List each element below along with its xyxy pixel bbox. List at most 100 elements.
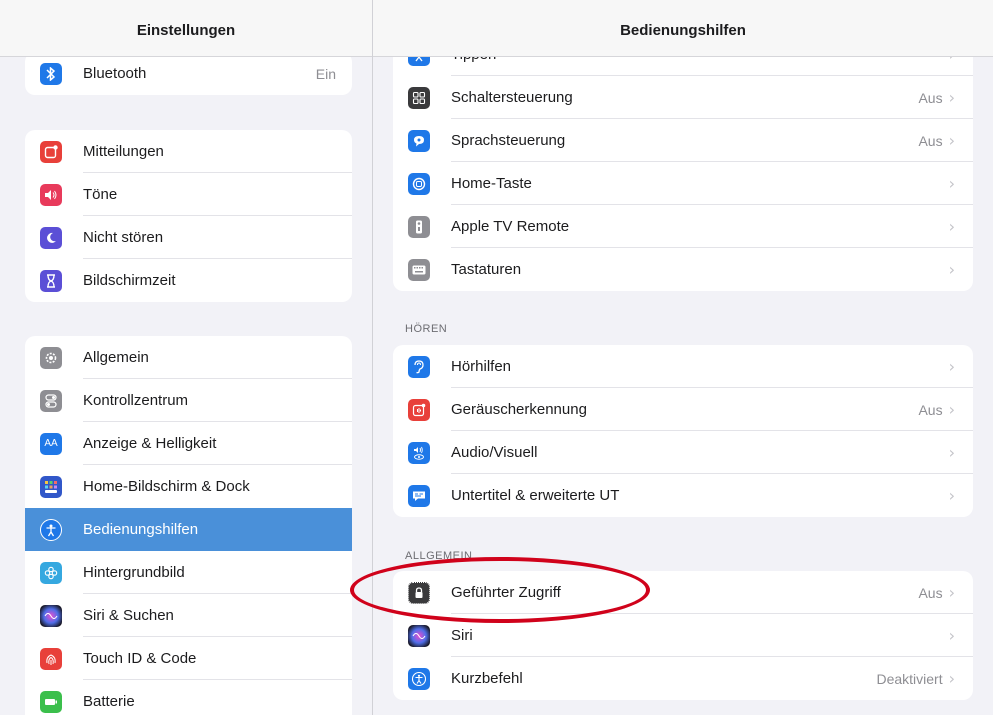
sidebar-item-nicht-stoeren[interactable]: Nicht stören: [25, 216, 352, 259]
sidebar-item-label: Batterie: [83, 693, 135, 710]
bluetooth-status: Ein: [315, 65, 336, 82]
moon-icon: [40, 226, 62, 249]
detail-title: Bedienungshilfen: [373, 0, 993, 57]
remote-icon: [408, 215, 430, 238]
sidebar-item-label: Home-Bildschirm & Dock: [83, 478, 250, 495]
chevron-right-icon: ›: [948, 260, 955, 279]
gear-icon: [40, 346, 62, 369]
sidebar-item-label: Nicht stören: [83, 229, 164, 246]
bluetooth-icon: [40, 62, 62, 85]
row-label: Hörhilfen: [451, 358, 512, 375]
row-label: Apple TV Remote: [451, 218, 570, 235]
sidebar-item-hintergrundbild[interactable]: Hintergrundbild: [25, 551, 352, 594]
sidebar-item-label: Töne: [83, 186, 118, 203]
sidebar-item-toene[interactable]: Töne: [25, 173, 352, 216]
accessibility-icon: [408, 667, 430, 690]
voice-control-icon: [408, 129, 430, 152]
toggles-icon: [40, 389, 62, 412]
chevron-right-icon: ›: [948, 626, 955, 645]
chevron-right-icon: ›: [948, 217, 955, 236]
sidebar-item-bluetooth[interactable]: Bluetooth Ein: [25, 52, 352, 95]
sidebar-title: Einstellungen: [0, 0, 372, 57]
row-label: Sprachsteuerung: [451, 132, 566, 149]
accessibility-icon: [40, 518, 62, 541]
fingerprint-icon: [40, 647, 62, 670]
subtitles-icon: [408, 484, 430, 507]
sidebar-item-label: Mitteilungen: [83, 143, 164, 160]
sidebar-item-anzeige[interactable]: AA Anzeige & Helligkeit: [25, 422, 352, 465]
row-value: Aus: [918, 584, 943, 601]
settings-sidebar: Einstellungen Bluetooth Ein Mitteilungen…: [0, 0, 372, 715]
row-value: Aus: [918, 401, 943, 418]
detail-group-interaction: Tippen › Schaltersteuerung Aus › Sprachs…: [393, 33, 973, 291]
sidebar-item-bildschirmzeit[interactable]: Bildschirmzeit: [25, 259, 352, 302]
sidebar-item-label: Allgemein: [83, 349, 149, 366]
flower-icon: [40, 561, 62, 584]
app-grid-icon: [40, 475, 62, 498]
row-home-taste[interactable]: Home-Taste ›: [393, 162, 973, 205]
sidebar-item-label: Siri & Suchen: [83, 607, 174, 624]
row-kurzbefehl[interactable]: Kurzbefehl Deaktiviert ›: [393, 657, 973, 700]
chevron-right-icon: ›: [948, 174, 955, 193]
chevron-right-icon: ›: [948, 131, 955, 150]
siri-icon: [408, 624, 430, 647]
section-header-hoeren: HÖREN: [405, 323, 448, 335]
sidebar-item-siri[interactable]: Siri & Suchen: [25, 594, 352, 637]
chevron-right-icon: ›: [948, 357, 955, 376]
row-label: Tastaturen: [451, 261, 522, 278]
row-label: Kurzbefehl: [451, 670, 523, 687]
row-untertitel[interactable]: Untertitel & erweiterte UT ›: [393, 474, 973, 517]
chevron-right-icon: ›: [948, 88, 955, 107]
row-label: Geräuscherkennung: [451, 401, 587, 418]
sidebar-group-general: Allgemein Kontrollzentrum AA Anzeige & H…: [25, 336, 352, 715]
row-tastaturen[interactable]: Tastaturen ›: [393, 248, 973, 291]
audio-visual-icon: [408, 441, 430, 464]
sidebar-item-label: Bluetooth: [83, 65, 147, 82]
sidebar-item-label: Hintergrundbild: [83, 564, 185, 581]
row-label: Audio/Visuell: [451, 444, 538, 461]
highlight-circle-annotation: [350, 557, 650, 623]
sidebar-item-batterie[interactable]: Batterie: [25, 680, 352, 715]
hourglass-icon: [40, 269, 62, 292]
sidebar-item-bedienungshilfen[interactable]: Bedienungshilfen: [25, 508, 352, 551]
notifications-icon: [40, 140, 62, 163]
sidebar-item-allgemein[interactable]: Allgemein: [25, 336, 352, 379]
sidebar-item-label: Bildschirmzeit: [83, 272, 176, 289]
row-geraeuscherkennung[interactable]: Geräuscherkennung Aus ›: [393, 388, 973, 431]
chevron-right-icon: ›: [948, 583, 955, 602]
sidebar-item-home-bildschirm[interactable]: Home-Bildschirm & Dock: [25, 465, 352, 508]
row-apple-tv-remote[interactable]: Apple TV Remote ›: [393, 205, 973, 248]
ear-icon: [408, 355, 430, 378]
sidebar-item-touch-id[interactable]: Touch ID & Code: [25, 637, 352, 680]
row-label: Siri: [451, 627, 473, 644]
speaker-icon: [40, 183, 62, 206]
sidebar-item-mitteilungen[interactable]: Mitteilungen: [25, 130, 352, 173]
row-label: Schaltersteuerung: [451, 89, 573, 106]
chevron-right-icon: ›: [948, 443, 955, 462]
battery-icon: [40, 690, 62, 713]
sidebar-item-label: Anzeige & Helligkeit: [83, 435, 217, 452]
home-button-icon: [408, 172, 430, 195]
sidebar-item-label: Kontrollzentrum: [83, 392, 189, 409]
chevron-right-icon: ›: [948, 486, 955, 505]
row-audio-visuell[interactable]: Audio/Visuell ›: [393, 431, 973, 474]
chevron-right-icon: ›: [948, 400, 955, 419]
row-hoerhilfen[interactable]: Hörhilfen ›: [393, 345, 973, 388]
row-value: Aus: [918, 132, 943, 149]
row-schaltersteuerung[interactable]: Schaltersteuerung Aus ›: [393, 76, 973, 119]
detail-group-hearing: Hörhilfen › Geräuscherkennung Aus › Audi…: [393, 345, 973, 517]
sidebar-item-kontrollzentrum[interactable]: Kontrollzentrum: [25, 379, 352, 422]
switch-grid-icon: [408, 86, 430, 109]
sidebar-group-notifications: Mitteilungen Töne Nicht stören Bildschir…: [25, 130, 352, 302]
row-label: Home-Taste: [451, 175, 532, 192]
row-value: Deaktiviert: [876, 670, 943, 687]
row-label: Untertitel & erweiterte UT: [451, 487, 620, 504]
row-value: Aus: [918, 89, 943, 106]
sidebar-group-bluetooth: Bluetooth Ein: [25, 52, 352, 95]
sidebar-item-label: Bedienungshilfen: [83, 521, 199, 538]
row-sprachsteuerung[interactable]: Sprachsteuerung Aus ›: [393, 119, 973, 162]
keyboard-icon: [408, 258, 430, 281]
sidebar-item-label: Touch ID & Code: [83, 650, 197, 667]
sound-recognition-icon: [408, 398, 430, 421]
chevron-right-icon: ›: [948, 669, 955, 688]
